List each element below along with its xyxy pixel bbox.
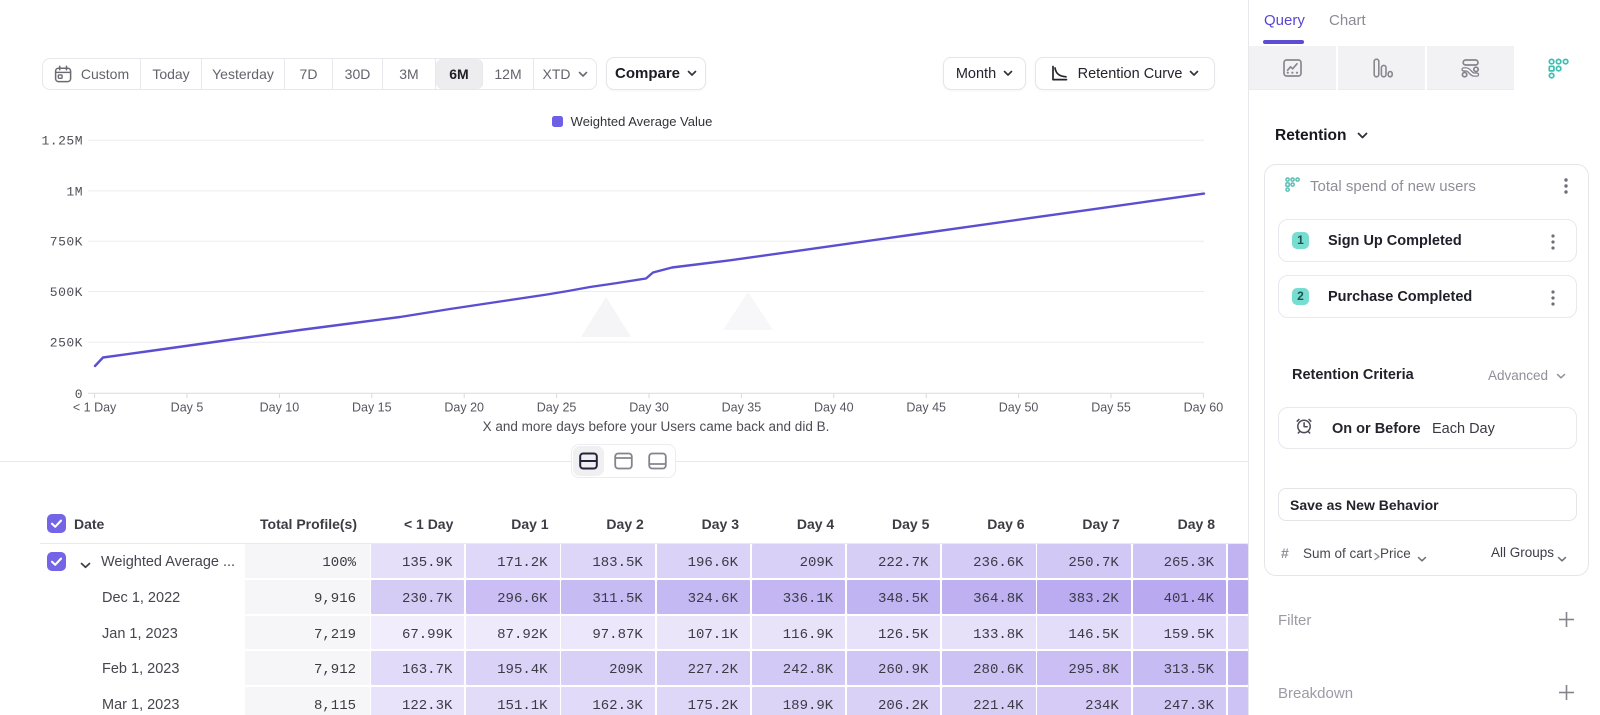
svg-text:< 1 Day: < 1 Day: [73, 401, 117, 415]
svg-text:Day 60: Day 60: [1184, 401, 1224, 415]
svg-text:Day 50: Day 50: [999, 401, 1039, 415]
svg-text:1.25M: 1.25M: [41, 134, 83, 149]
svg-text:250K: 250K: [50, 336, 83, 351]
svg-text:Day 20: Day 20: [444, 401, 484, 415]
svg-text:Day 55: Day 55: [1091, 401, 1131, 415]
svg-text:Day 40: Day 40: [814, 401, 854, 415]
svg-text:Day 30: Day 30: [629, 401, 669, 415]
svg-text:500K: 500K: [50, 285, 83, 300]
svg-text:Day 5: Day 5: [171, 401, 204, 415]
svg-text:750K: 750K: [50, 235, 83, 250]
svg-text:Day 15: Day 15: [352, 401, 392, 415]
svg-text:Day 45: Day 45: [906, 401, 946, 415]
svg-text:Day 35: Day 35: [722, 401, 762, 415]
svg-text:Day 25: Day 25: [537, 401, 577, 415]
svg-text:Day 10: Day 10: [260, 401, 300, 415]
svg-text:1M: 1M: [66, 184, 83, 199]
